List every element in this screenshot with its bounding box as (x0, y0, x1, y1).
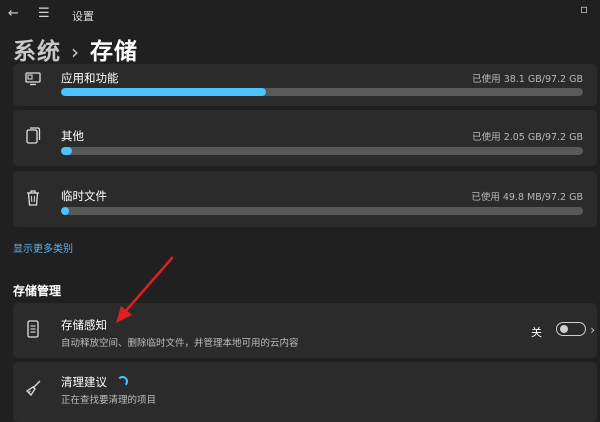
annotation-arrow-icon (0, 0, 600, 416)
